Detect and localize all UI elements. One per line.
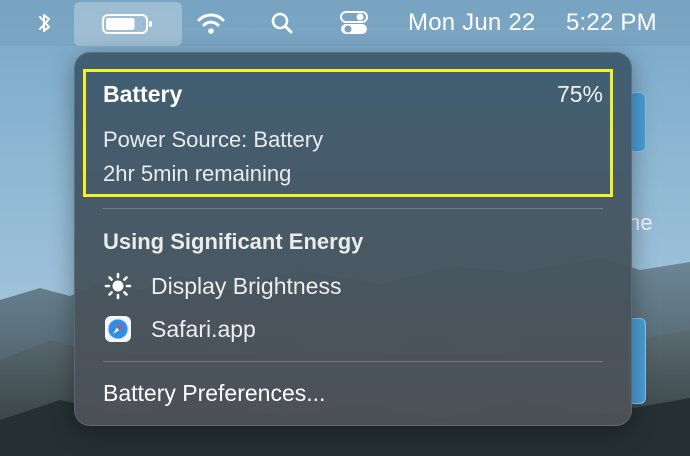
battery-preferences-label: Battery Preferences...: [103, 379, 326, 406]
battery-menu-title: Battery: [103, 81, 183, 107]
menubar-time[interactable]: 5:22 PM: [566, 9, 657, 37]
menu-divider: [103, 361, 603, 362]
power-source-text: Power Source: Battery: [103, 127, 324, 152]
menu-bar: Mon Jun 22 5:22 PM: [0, 0, 690, 46]
battery-percentage: 75%: [556, 81, 603, 107]
energy-app-label: Safari.app: [151, 315, 256, 342]
battery-menu: Battery 75% Power Source: Battery 2hr 5m…: [74, 52, 632, 426]
battery-menu-button[interactable]: [74, 2, 182, 46]
time-remaining-text: 2hr 5min remaining: [103, 161, 292, 186]
menubar-date[interactable]: Mon Jun 22: [408, 9, 535, 37]
safari-icon: [103, 314, 133, 344]
battery-icon: [102, 14, 152, 34]
brightness-icon: [103, 271, 133, 301]
bluetooth-icon[interactable]: [30, 0, 60, 46]
search-icon[interactable]: [266, 0, 298, 46]
control-center-icon[interactable]: [334, 0, 374, 46]
energy-app-label: Display Brightness: [151, 272, 342, 299]
energy-app-row[interactable]: Safari.app: [103, 311, 256, 347]
wifi-icon[interactable]: [194, 0, 228, 46]
battery-preferences-item[interactable]: Battery Preferences...: [103, 375, 325, 411]
menu-divider: [103, 208, 603, 209]
energy-section-title: Using Significant Energy: [103, 229, 364, 254]
desktop: ne Mon Jun 22 5:22 PM Battery 75% Power …: [0, 0, 690, 456]
energy-app-row[interactable]: Display Brightness: [103, 268, 341, 304]
